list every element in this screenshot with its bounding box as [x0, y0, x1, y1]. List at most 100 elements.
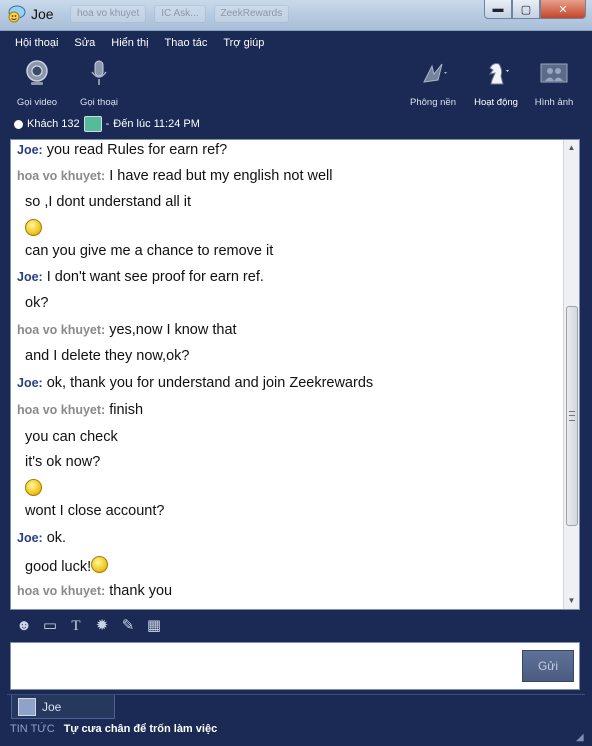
voice-call-button[interactable]: Gọi thoại	[73, 56, 125, 108]
message-sender[interactable]: Joe:	[17, 270, 43, 284]
tab-label: Joe	[42, 699, 62, 714]
message-text: ok.	[46, 530, 67, 546]
chat-message: ok?	[25, 295, 48, 311]
conversation-tab-bar: Joe	[7, 694, 585, 719]
video-call-button[interactable]: Gọi video	[11, 56, 63, 108]
message-text: can you give me a chance to remove it	[25, 243, 274, 259]
message-text: you can check	[25, 429, 118, 445]
chat-message: good luck!	[25, 556, 109, 575]
menu-bar: Hội thoại Sửa Hiển thị Thao tác Trợ giúp	[7, 34, 585, 54]
minimize-button[interactable]: ▬	[484, 0, 512, 19]
picture-label: Hình ảnh	[534, 97, 574, 108]
chat-scrollbar[interactable]: ▲ ▼	[563, 140, 579, 609]
online-status-icon	[14, 119, 23, 129]
shield-badge-icon	[83, 116, 102, 132]
grin-emoticon-icon	[25, 479, 42, 496]
picture-button[interactable]: Hình ảnh	[529, 56, 579, 108]
attach-paperclip-icon[interactable]: ✎	[118, 616, 138, 636]
main-toolbar: Gọi video Gọi thoại Phông nền Hoạt động …	[7, 56, 585, 112]
insert-image-icon[interactable]: ▦	[144, 616, 164, 636]
yahoo-messenger-icon	[8, 5, 26, 23]
status-separator: -	[105, 118, 110, 130]
video-call-label: Gọi video	[16, 97, 58, 108]
buzz-icon[interactable]: ✹	[92, 616, 112, 636]
chat-message: hoa vo khuyet: yes,now I know that	[17, 322, 237, 338]
message-text: good luck!	[25, 559, 92, 575]
tab-joe[interactable]: Joe	[11, 695, 115, 719]
webcam-icon	[26, 60, 48, 85]
window-controls: ▬ ▢ ✕	[484, 0, 586, 20]
news-headline[interactable]: Tự cưa chân để trốn làm việc	[64, 723, 217, 735]
maximize-button[interactable]: ▢	[512, 0, 540, 19]
background-button[interactable]: Phông nền	[405, 56, 461, 108]
chat-message: wont I close account?	[25, 503, 164, 519]
background-tab: ZeekRewards	[213, 5, 290, 23]
message-list: Joe: you read Rules for earn ref? hoa vo k…	[11, 140, 564, 609]
message-text: finish	[109, 402, 144, 418]
window-title: Joe	[31, 6, 54, 22]
message-text: ok, thank you for understand and join Ze…	[46, 375, 374, 391]
message-text: I have read but my english not well	[109, 168, 333, 184]
close-button[interactable]: ✕	[540, 0, 586, 19]
background-tab: IC Ask...	[154, 5, 206, 23]
message-sender[interactable]: hoa vo khuyet:	[17, 584, 105, 598]
background-taskbar-tabs: hoa vo khuyet IC Ask... ZeekRewards	[70, 5, 450, 23]
message-text: I don't want see proof for earn ref.	[46, 269, 264, 285]
voice-call-label: Gọi thoại	[79, 97, 119, 108]
message-sender[interactable]: Joe:	[17, 376, 43, 390]
message-sender[interactable]: hoa vo khuyet:	[17, 323, 105, 337]
scroll-down-arrow-icon[interactable]: ▼	[564, 593, 579, 609]
microphone-icon	[91, 60, 107, 85]
news-label: TIN TỨC	[10, 723, 55, 735]
chat-message: Joe: you read Rules for earn ref?	[17, 142, 227, 158]
background-tab: hoa vo khuyet	[70, 5, 147, 23]
chat-message: Joe: ok, thank you for understand and joi…	[17, 375, 373, 391]
chat-message: you can check	[25, 429, 118, 445]
emoticon-picker-icon[interactable]: ☻	[14, 616, 34, 636]
leaf-background-icon	[423, 63, 447, 83]
activities-button[interactable]: Hoạt động	[469, 56, 523, 108]
message-text: you read Rules for earn ref?	[46, 142, 228, 158]
scrollbar-thumb[interactable]	[566, 306, 578, 526]
background-label: Phông nền	[410, 97, 456, 108]
send-button[interactable]: Gửi	[522, 650, 574, 682]
message-text: ok?	[25, 295, 49, 311]
chat-message: Joe: I don't want see proof for earn ref.	[17, 269, 264, 285]
message-style-icon[interactable]: ▭	[40, 616, 60, 636]
message-text: and I delete they now,ok?	[25, 348, 190, 364]
font-text-icon[interactable]: T	[66, 616, 86, 636]
chess-knight-icon	[488, 63, 509, 85]
chat-message: hoa vo khuyet: thank you	[17, 583, 172, 599]
contact-status: Khách 132 - Đến lúc 11:24 PM	[14, 116, 200, 132]
chat-message: and I delete they now,ok?	[25, 348, 189, 364]
message-sender[interactable]: hoa vo khuyet:	[17, 169, 105, 183]
activities-label: Hoạt động	[474, 97, 518, 108]
news-ticker: TIN TỨC Tự cưa chân để trốn làm việc	[10, 723, 217, 735]
message-text: yes,now I know that	[109, 322, 237, 338]
message-text: wont I close account?	[25, 503, 165, 519]
menu-help[interactable]: Trợ giúp	[215, 34, 272, 54]
menu-actions[interactable]: Thao tác	[157, 34, 216, 54]
menu-view[interactable]: Hiển thị	[103, 34, 156, 54]
chat-history[interactable]: Joe: you read Rules for earn ref? hoa vo k…	[10, 139, 580, 610]
message-text: so ,I dont understand all it	[25, 194, 192, 210]
avatar	[18, 697, 36, 716]
guest-count: Khách 132	[27, 118, 80, 130]
message-text: thank you	[109, 583, 173, 599]
chat-message: hoa vo khuyet: finish	[17, 402, 143, 418]
menu-conversation[interactable]: Hội thoại	[7, 34, 66, 54]
message-sender[interactable]: Joe:	[17, 143, 43, 157]
menu-edit[interactable]: Sửa	[66, 34, 103, 54]
scroll-up-arrow-icon[interactable]: ▲	[564, 140, 579, 156]
message-input[interactable]	[10, 642, 580, 690]
resize-grip-icon[interactable]: ◢	[576, 732, 588, 744]
message-sender[interactable]: hoa vo khuyet:	[17, 403, 105, 417]
chat-message: can you give me a chance to remove it	[25, 243, 273, 259]
chat-message	[25, 219, 42, 238]
message-sender[interactable]: Joe:	[17, 531, 43, 545]
chat-message: so ,I dont understand all it	[25, 194, 191, 210]
worried-emoticon-icon	[25, 219, 42, 236]
status-until: Đến lúc 11:24 PM	[113, 118, 200, 130]
smile-emoticon-icon	[91, 556, 109, 573]
formatting-toolbar: ☻ ▭ T ✹ ✎ ▦	[14, 615, 164, 637]
